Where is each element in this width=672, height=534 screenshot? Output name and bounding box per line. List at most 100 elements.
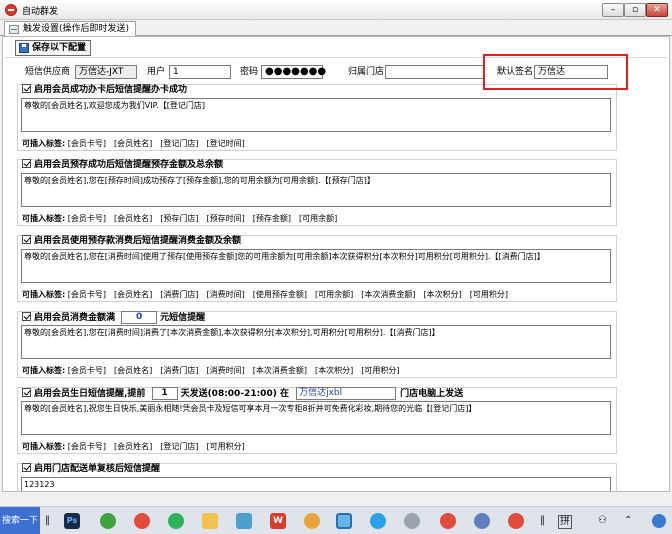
section-title: 启用会员预存成功后短信提醒预存金额及总余额 bbox=[34, 160, 224, 170]
message-textarea[interactable]: 尊敬的[会员姓名],欢迎您成为我们VIP.【[登记门店] bbox=[21, 98, 611, 132]
message-textarea[interactable]: 尊敬的[会员姓名],您在[消费时间]消费了[本次消费金额],本次获得积分[本次积… bbox=[21, 325, 611, 359]
tag[interactable]: [本次积分] bbox=[424, 290, 462, 299]
close-button[interactable]: ✕ bbox=[646, 3, 668, 17]
tag[interactable]: [会员姓名] bbox=[114, 214, 152, 223]
tag[interactable]: [消费时间] bbox=[207, 366, 245, 375]
section-birthday: 启用会员生日短信提醒,提前 1 天发送(08:00-21:00) 在 万信达jxb… bbox=[17, 387, 617, 454]
tab-trigger-settings[interactable]: 触发设置(操作后即时发送) bbox=[4, 21, 137, 37]
message-textarea[interactable]: 123123 bbox=[21, 477, 611, 491]
wechat-icon[interactable] bbox=[168, 513, 184, 529]
chrome-icon[interactable] bbox=[304, 513, 320, 529]
people-icon[interactable]: ⚇ bbox=[598, 515, 607, 527]
section-deposit: 启用会员预存成功后短信提醒预存金额及总余额 尊敬的[会员姓名],您在[预存时间]… bbox=[17, 159, 617, 226]
user-field[interactable]: 1 bbox=[169, 65, 231, 79]
chat-icon[interactable] bbox=[370, 513, 386, 529]
active-app-icon[interactable] bbox=[336, 513, 352, 529]
wps-icon[interactable]: W bbox=[270, 513, 286, 529]
section-title: 启用会员消费金额满 bbox=[34, 313, 116, 323]
provider-label: 短信供应商 bbox=[25, 67, 71, 77]
tag[interactable]: [使用预存金额] bbox=[253, 290, 307, 299]
taskbar: 搜索一下 ‖ Ps W ‖ 拼 ⚇ ⌃ bbox=[0, 506, 672, 534]
section-header[interactable]: 启用门店配送单复核后短信提醒 bbox=[22, 463, 160, 475]
tag[interactable]: [会员姓名] bbox=[114, 366, 152, 375]
checkbox[interactable] bbox=[22, 84, 31, 93]
section-spend-threshold: 启用会员消费金额满 0 元短信提醒 尊敬的[会员姓名],您在[消费时间]消费了[本… bbox=[17, 311, 617, 378]
tag[interactable]: [会员卡号] bbox=[68, 214, 106, 223]
insert-tags-label: 可插入标签: bbox=[22, 290, 66, 299]
message-textarea[interactable]: 尊敬的[会员姓名],祝您生日快乐,美丽永相随!凭会员卡及短信可享本月一次专柜8折… bbox=[21, 401, 611, 435]
tag[interactable]: [预存门店] bbox=[160, 214, 198, 223]
tag[interactable]: [消费门店] bbox=[160, 290, 198, 299]
tag[interactable]: [可用余额] bbox=[315, 290, 353, 299]
window-title: 自动群发 bbox=[22, 7, 59, 17]
tag[interactable]: [可用余额] bbox=[299, 214, 337, 223]
section-title: 启用门店配送单复核后短信提醒 bbox=[34, 464, 161, 474]
tag[interactable]: [登记门店] bbox=[160, 139, 198, 148]
folder-icon[interactable] bbox=[202, 513, 218, 529]
insert-tags: 可插入标签: [会员卡号] [会员姓名] [消费门店] [消费时间] [本次消费金额] [… bbox=[22, 365, 408, 376]
section-header[interactable]: 启用会员消费金额满 0 元短信提醒 bbox=[22, 311, 205, 324]
cloud-icon[interactable] bbox=[404, 513, 420, 529]
insert-tags-label: 可插入标签: bbox=[22, 139, 66, 148]
insert-tags-label: 可插入标签: bbox=[22, 366, 66, 375]
tag[interactable]: [会员卡号] bbox=[68, 442, 106, 451]
tab-label: 触发设置(操作后即时发送) bbox=[23, 24, 130, 34]
tag[interactable]: [消费门店] bbox=[160, 366, 198, 375]
section-title: 启用会员成功办卡后短信提醒办卡成功 bbox=[34, 85, 188, 95]
save-button-label: 保存以下配置 bbox=[32, 43, 87, 53]
store-suffix: 门店电脑上发送 bbox=[400, 389, 464, 399]
section-header[interactable]: 启用会员使用预存款消费后短信提醒消费金额及余额 bbox=[22, 235, 241, 247]
message-textarea[interactable]: 尊敬的[会员姓名],您在[预存时间]成功预存了[预存金额],您的可用余额为[可用… bbox=[21, 173, 611, 207]
section-header[interactable]: 启用会员成功办卡后短信提醒办卡成功 bbox=[22, 84, 187, 96]
photoshop-icon[interactable]: Ps bbox=[64, 513, 80, 529]
app-red-icon[interactable] bbox=[134, 513, 150, 529]
tag[interactable]: [会员姓名] bbox=[114, 290, 152, 299]
password-field[interactable]: ●●●●●●● bbox=[261, 65, 326, 79]
tag[interactable]: [会员姓名] bbox=[114, 442, 152, 451]
tag[interactable]: [会员卡号] bbox=[68, 290, 106, 299]
tag[interactable]: [本次消费金额] bbox=[361, 290, 415, 299]
tag[interactable]: [会员姓名] bbox=[114, 139, 152, 148]
tag[interactable]: [可用积分] bbox=[470, 290, 508, 299]
tag[interactable]: [消费时间] bbox=[207, 290, 245, 299]
tag[interactable]: [会员卡号] bbox=[68, 366, 106, 375]
chevron-up-icon[interactable]: ⌃ bbox=[624, 515, 632, 527]
checkbox[interactable] bbox=[22, 388, 31, 397]
days-suffix: 天发送(08:00-21:00) 在 bbox=[180, 389, 289, 399]
app-red-2-icon[interactable] bbox=[440, 513, 456, 529]
minimize-button[interactable]: – bbox=[602, 3, 624, 17]
search-tool-icon[interactable] bbox=[474, 513, 490, 529]
tag[interactable]: [登记门店] bbox=[160, 442, 198, 451]
insert-tags: 可插入标签: [会员卡号] [会员姓名] [登记门店] [可用积分] bbox=[22, 441, 253, 452]
browser-icon[interactable] bbox=[100, 513, 116, 529]
section-header[interactable]: 启用会员生日短信提醒,提前 1 天发送(08:00-21:00) 在 万信达jxb… bbox=[22, 387, 464, 400]
save-icon bbox=[19, 43, 29, 53]
tag[interactable]: [可用积分] bbox=[207, 442, 245, 451]
save-config-button[interactable]: 保存以下配置 bbox=[15, 40, 92, 56]
store-field[interactable] bbox=[385, 65, 485, 79]
tag[interactable]: [本次消费金额] bbox=[253, 366, 307, 375]
checkbox[interactable] bbox=[22, 463, 31, 472]
tag[interactable]: [预存时间] bbox=[207, 214, 245, 223]
checkbox[interactable] bbox=[22, 159, 31, 168]
tag[interactable]: [预存金额] bbox=[253, 214, 291, 223]
tag[interactable]: [可用积分] bbox=[361, 366, 399, 375]
tool-icon[interactable] bbox=[236, 513, 252, 529]
tag[interactable]: [本次积分] bbox=[315, 366, 353, 375]
checkbox[interactable] bbox=[22, 235, 31, 244]
checkbox[interactable] bbox=[22, 312, 31, 321]
days-input[interactable]: 1 bbox=[151, 387, 178, 400]
ime-indicator[interactable]: 拼 bbox=[558, 515, 572, 529]
restore-button[interactable]: ▫ bbox=[624, 3, 646, 17]
tray-app-icon[interactable] bbox=[652, 514, 666, 528]
app-red-3-icon[interactable] bbox=[508, 513, 524, 529]
tag[interactable]: [会员卡号] bbox=[68, 139, 106, 148]
insert-tags-label: 可插入标签: bbox=[22, 442, 66, 451]
message-textarea[interactable]: 尊敬的[会员姓名],您在[消费时间]使用了预存[使用预存金额]您的可用余额为[可… bbox=[21, 249, 611, 283]
store-select[interactable]: 万信达jxbl bbox=[296, 387, 397, 400]
tag[interactable]: [登记时间] bbox=[207, 139, 245, 148]
provider-field[interactable]: 万信达-JXT bbox=[75, 65, 137, 79]
search-button[interactable]: 搜索一下 bbox=[0, 507, 40, 534]
amount-input[interactable]: 0 bbox=[121, 311, 158, 324]
section-header[interactable]: 启用会员预存成功后短信提醒预存金额及总余额 bbox=[22, 159, 223, 171]
